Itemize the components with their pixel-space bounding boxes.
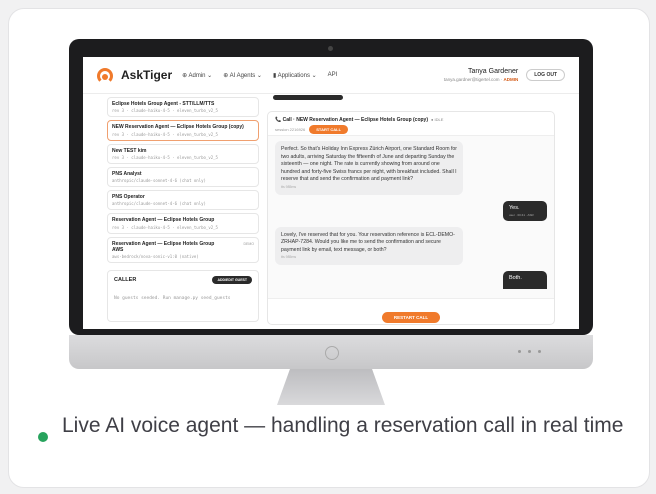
nav-api[interactable]: API <box>328 72 338 79</box>
logout-button[interactable]: LOG OUT <box>526 69 565 81</box>
user-email: tanya.gardner@tigertel.com · <box>443 76 504 82</box>
nav-applications[interactable]: ▮ Applications ⌄ <box>273 72 317 79</box>
agent-item[interactable]: New TEST kim rev 3 · claude-haiku-4-5 · … <box>107 143 259 164</box>
user-name: Tanya Gardener <box>468 68 519 76</box>
session-id: session 2216926 <box>275 127 306 132</box>
nav-ai-agents[interactable]: ⊕ AI Agents ⌄ <box>223 72 262 79</box>
caller-card: CALLER ADD/EDIT GUEST No guests seeded. … <box>107 270 259 322</box>
headset-logo-icon <box>97 68 117 84</box>
camera-dot <box>328 46 333 51</box>
agent-item[interactable]: Eclipse Hotels Group Agent - STT/LLM/TTS… <box>107 97 259 118</box>
restart-call-button[interactable]: RESTART CALL <box>381 311 441 323</box>
user-info: Tanya Gardener tanya.gardner@tigertel.co… <box>444 68 518 82</box>
call-header: 📞 Call · NEW Reservation Agent — Eclipse… <box>268 112 554 136</box>
caption: Live AI voice agent — handling a reserva… <box>62 414 624 437</box>
user-message: Both. <box>503 271 547 290</box>
scrollbar-strip <box>273 95 343 100</box>
call-panel: 📞 Call · NEW Reservation Agent — Eclipse… <box>267 111 555 325</box>
demo-badge: DEMO <box>243 241 255 246</box>
agent-item[interactable]: Reservation Agent — Eclipse Hotels Group… <box>107 213 259 234</box>
agent-message: Perfect. So that's Holiday Inn Express Z… <box>275 141 463 195</box>
monitor: AskTiger ⊕ Admin ⌄ ⊕ AI Agents ⌄ ▮ Appli… <box>69 39 593 335</box>
agent-message: Lovely, I've reserved that for you. Your… <box>275 226 463 266</box>
call-footer: RESTART CALL <box>268 298 554 324</box>
nav-admin[interactable]: ⊕ Admin ⌄ <box>182 72 212 79</box>
agent-item[interactable]: PNS Operator anthropic/claude-sonnet-4-6… <box>107 190 259 211</box>
caller-title: CALLER <box>114 277 137 283</box>
caller-note: No guests seeded. Run manage.py seed_gue… <box>114 296 231 301</box>
call-title: 📞 Call · NEW Reservation Agent — Eclipse… <box>275 117 429 123</box>
user-role-badge: ADMIN <box>503 76 519 82</box>
indicator-dots <box>518 350 541 353</box>
user-message: Yes. user · 00:41 · ASR <box>503 200 547 221</box>
add-edit-guest-button[interactable]: ADD/EDIT GUEST <box>212 276 252 284</box>
bullet-dot <box>38 432 48 442</box>
agent-list: Eclipse Hotels Group Agent - STT/LLM/TTS… <box>107 97 259 329</box>
main-nav: ⊕ Admin ⌄ ⊕ AI Agents ⌄ ▮ Applications ⌄… <box>182 72 337 79</box>
agent-item[interactable]: PNS Analyst anthropic/claude-sonnet-4-6 … <box>107 166 259 187</box>
brand-name[interactable]: AskTiger <box>121 68 172 82</box>
start-call-button[interactable]: START CALL <box>309 125 349 134</box>
monitor-chin <box>69 335 593 369</box>
transcript[interactable]: Perfect. So that's Holiday Inn Express Z… <box>268 136 554 298</box>
screen: AskTiger ⊕ Admin ⌄ ⊕ AI Agents ⌄ ▮ Appli… <box>83 57 579 329</box>
agent-item[interactable]: Reservation Agent — Eclipse Hotels Group… <box>107 236 259 263</box>
top-bar: AskTiger ⊕ Admin ⌄ ⊕ AI Agents ⌄ ▮ Appli… <box>83 57 579 94</box>
monitor-stand <box>277 369 385 405</box>
call-status-badge: ● IDLE <box>431 117 444 122</box>
apple-logo-icon <box>325 346 339 360</box>
agent-item-selected[interactable]: NEW Reservation Agent — Eclipse Hotels G… <box>107 120 259 141</box>
